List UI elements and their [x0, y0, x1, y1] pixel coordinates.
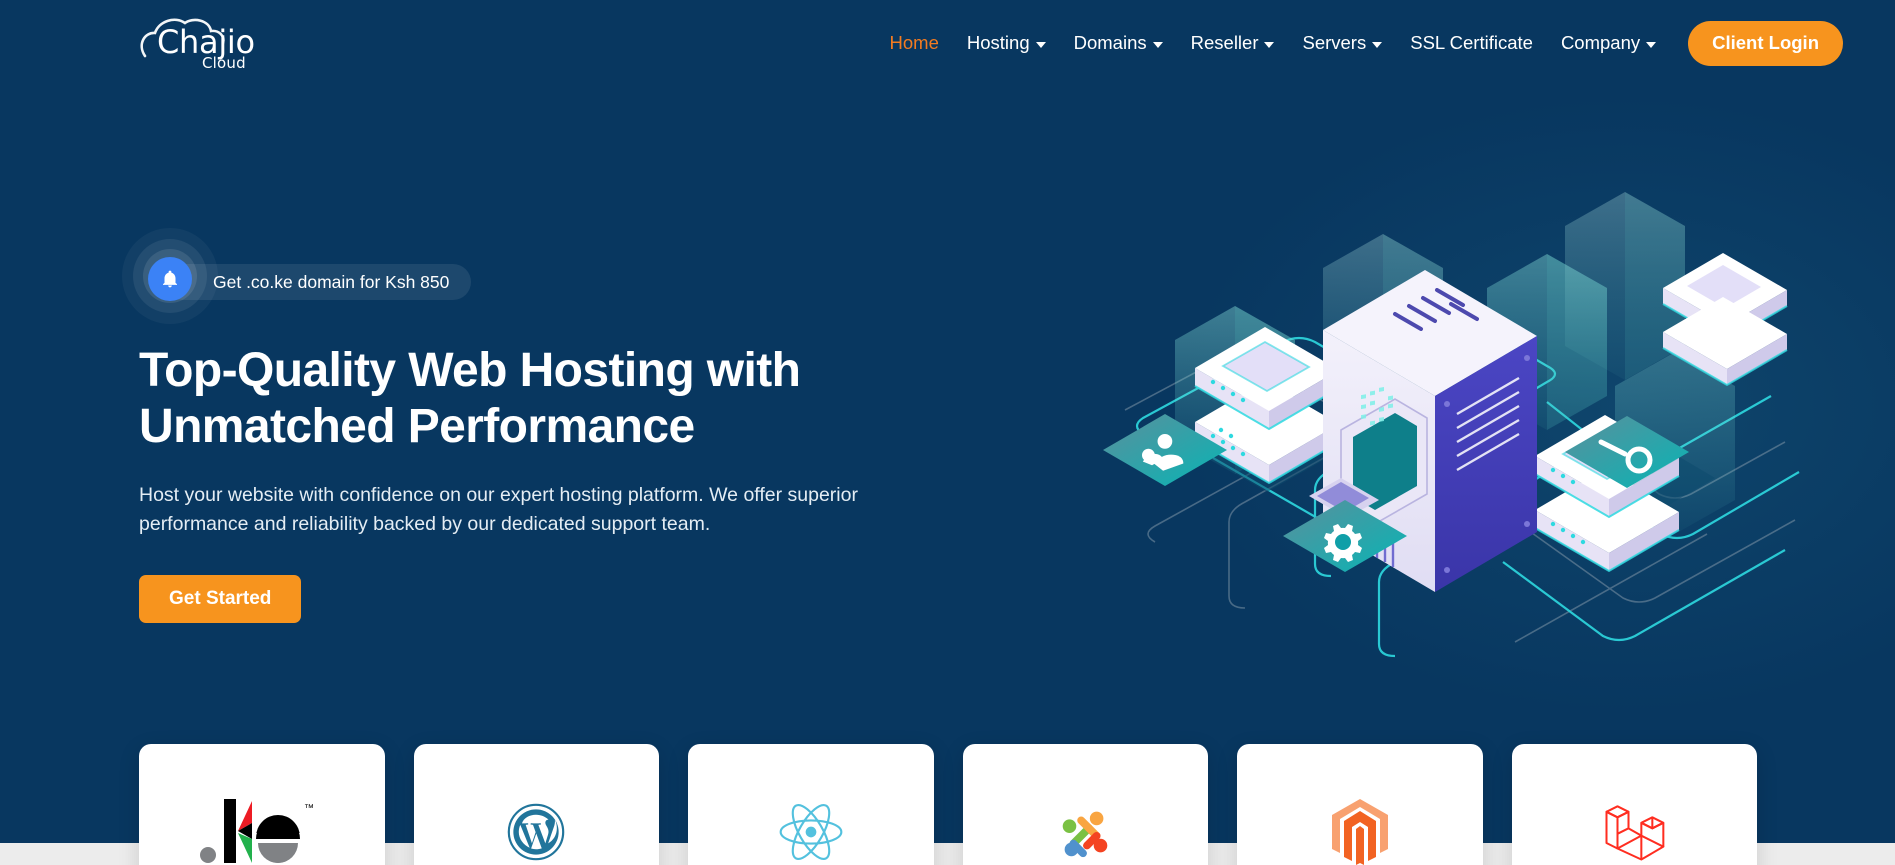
chevron-down-icon	[1264, 41, 1275, 48]
wordpress-logo	[507, 803, 565, 860]
hero-content: Get .co.ke domain for Ksh 850 Top-Qualit…	[122, 228, 899, 624]
nav-item-servers[interactable]: Servers	[1288, 20, 1396, 66]
magento-logo	[1331, 798, 1388, 865]
nav-label: Reseller	[1190, 32, 1259, 53]
promo-notice: Get .co.ke domain for Ksh 850	[122, 228, 539, 324]
client-login-button[interactable]: Client Login	[1688, 20, 1843, 66]
nav-label: Domains	[1073, 32, 1147, 53]
page-root: Chajio Cloud Home Hosting Domains Resell…	[0, 0, 1895, 865]
promo-notice-text: Get .co.ke domain for Ksh 850	[213, 271, 450, 292]
technology-cards: ™	[139, 744, 1757, 865]
hero-title-line-1: Top-Quality Web Hosting with	[139, 344, 801, 397]
nav-label: SSL Certificate	[1410, 32, 1533, 53]
site-logo[interactable]: Chajio Cloud	[139, 16, 259, 78]
chevron-down-icon	[1646, 41, 1657, 48]
tech-card-laravel[interactable]	[1511, 744, 1757, 865]
chevron-down-icon	[1372, 41, 1383, 48]
tech-card-react[interactable]	[688, 744, 934, 865]
react-logo	[779, 803, 843, 860]
nav-label: Home	[889, 32, 939, 53]
nav-item-hosting[interactable]: Hosting	[953, 20, 1060, 66]
tech-card-magento[interactable]	[1237, 744, 1483, 865]
dot-ke-domain-logo: ™	[199, 798, 314, 863]
hero-title-line-2: Unmatched Performance	[139, 400, 695, 454]
nav-item-ssl-certificate[interactable]: SSL Certificate	[1396, 20, 1547, 66]
laravel-logo	[1605, 804, 1665, 861]
nav-links: Home Hosting Domains Reseller Servers SS…	[876, 20, 1843, 66]
hero-subtitle: Host your website with confidence on our…	[139, 484, 858, 536]
chevron-down-icon	[1152, 41, 1163, 48]
nav-label: Company	[1560, 32, 1641, 53]
main-navigation: Chajio Cloud Home Hosting Domains Resell…	[0, 0, 1895, 86]
isometric-datacenter-illustration	[1103, 192, 1800, 658]
nav-item-domains[interactable]: Domains	[1060, 20, 1177, 66]
joomla-logo	[1062, 811, 1108, 857]
promo-notice-pill[interactable]: Get .co.ke domain for Ksh 850	[165, 264, 472, 300]
get-started-button[interactable]: Get Started	[139, 575, 302, 624]
tech-card-ke[interactable]: ™	[139, 744, 385, 865]
bell-glyph	[163, 270, 177, 288]
nav-label: Hosting	[966, 32, 1030, 53]
nav-item-home[interactable]: Home	[876, 20, 953, 66]
hero-illustration	[1095, 190, 1815, 660]
bell-icon[interactable]	[148, 257, 192, 301]
page-title: Top-Quality Web Hosting with Unmatched P…	[139, 343, 839, 455]
chevron-down-icon	[1035, 41, 1046, 48]
nav-item-company[interactable]: Company	[1547, 20, 1670, 66]
logo-brand-subtitle: Cloud	[202, 54, 246, 72]
tech-card-wordpress[interactable]	[413, 744, 659, 865]
tech-card-joomla[interactable]	[962, 744, 1208, 865]
svg-text:™: ™	[304, 803, 314, 814]
nav-label: Servers	[1302, 32, 1367, 53]
nav-item-reseller[interactable]: Reseller	[1177, 20, 1289, 66]
